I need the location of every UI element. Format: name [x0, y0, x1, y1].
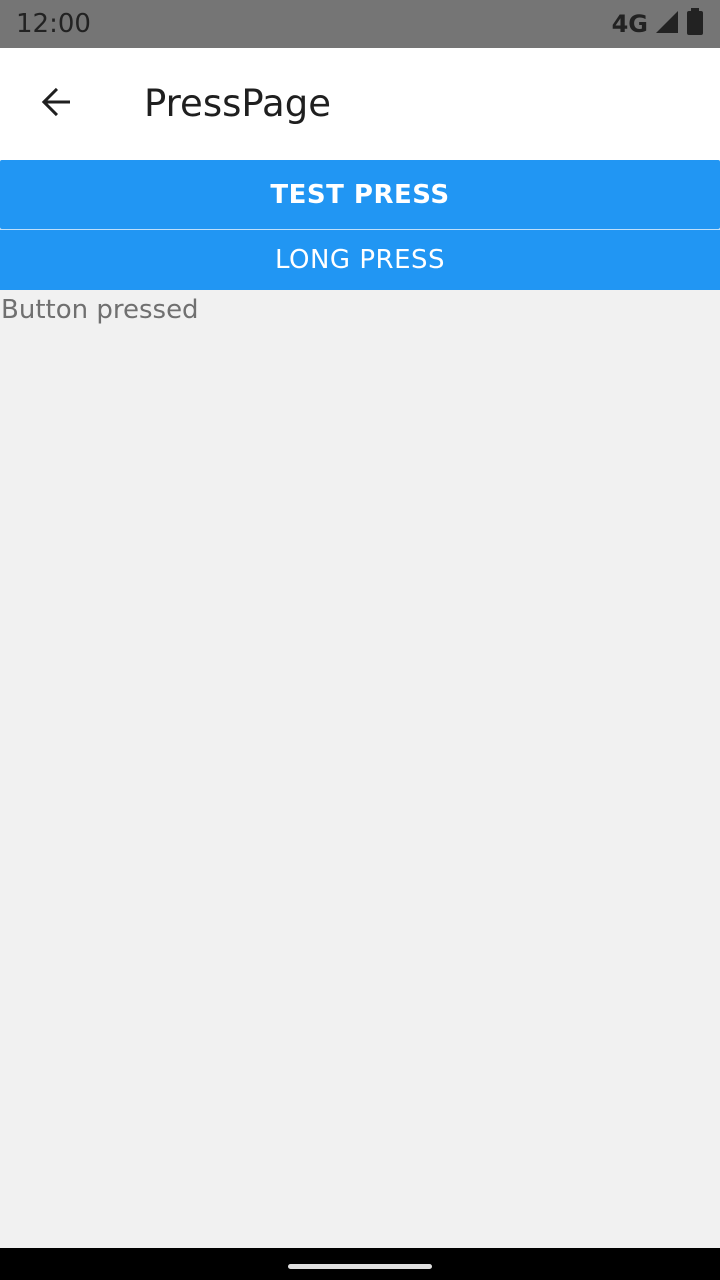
battery-icon: [686, 7, 704, 41]
back-button[interactable]: [24, 80, 88, 128]
status-bar: 12:00 4G: [0, 0, 720, 48]
signal-icon: [654, 9, 680, 40]
home-handle[interactable]: [288, 1264, 432, 1269]
status-time: 12:00: [16, 9, 91, 39]
press-result-label: Button pressed: [1, 295, 199, 325]
page-title: PressPage: [144, 82, 331, 125]
navigation-bar: [0, 1248, 720, 1280]
long-press-button[interactable]: LONG PRESS: [0, 229, 720, 290]
status-icons: 4G: [611, 7, 704, 41]
network-type-label: 4G: [611, 10, 648, 38]
app-bar: PressPage: [0, 48, 720, 160]
test-press-button[interactable]: TEST PRESS: [0, 160, 720, 229]
arrow-left-icon: [38, 84, 74, 125]
